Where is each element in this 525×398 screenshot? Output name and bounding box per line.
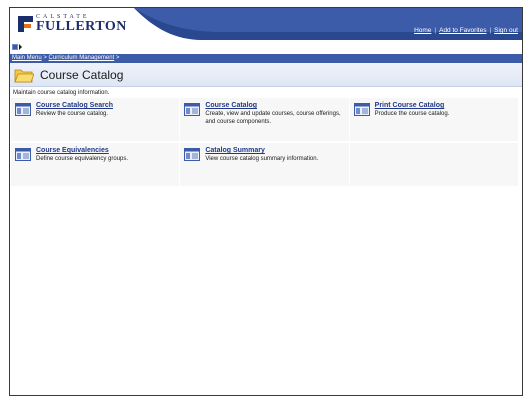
grid-item-print-course-catalog: Print Course Catalog Produce the course … (349, 98, 519, 143)
grid-item-course-catalog-search: Course Catalog Search Review the course … (11, 98, 181, 143)
component-page-icon (184, 103, 201, 116)
grid-row: Course Equivalencies Define course equiv… (11, 143, 519, 188)
breadcrumb-main-menu[interactable]: Main Menu (12, 55, 42, 61)
menu-toggle-icon[interactable] (12, 43, 22, 50)
logo-main-text: FULLERTON (36, 19, 127, 34)
component-page-icon (353, 103, 370, 116)
print-course-catalog-link[interactable]: Print Course Catalog (375, 102, 445, 109)
page-description: Maintain course catalog information. (13, 90, 110, 96)
grid-row: Course Catalog Search Review the course … (11, 98, 519, 143)
breadcrumb-separator: > (43, 55, 47, 61)
page-title: Course Catalog (40, 67, 124, 82)
breadcrumb: Main Menu > Curriculum Management > (10, 54, 522, 63)
item-description: View course catalog summary information. (205, 156, 319, 162)
add-to-favorites-link[interactable]: Add to Favorites (439, 27, 486, 34)
csuf-logo-icon (18, 14, 34, 34)
home-link[interactable]: Home (414, 27, 431, 34)
breadcrumb-separator: > (115, 55, 120, 61)
header-banner: CALSTATE FULLERTON Home | Add to Favorit… (10, 8, 522, 40)
nav-separator: | (489, 27, 492, 34)
header-swoosh (134, 8, 522, 40)
component-grid: Course Catalog Search Review the course … (11, 98, 519, 188)
item-description: Review the course catalog. (36, 111, 109, 117)
university-logo: CALSTATE FULLERTON (18, 11, 127, 37)
folder-icon (14, 69, 34, 82)
course-catalog-search-link[interactable]: Course Catalog Search (36, 102, 113, 109)
grid-item-empty (349, 143, 519, 188)
sign-out-link[interactable]: Sign out (494, 27, 518, 34)
grid-item-catalog-summary: Catalog Summary View course catalog summ… (180, 143, 350, 188)
header-nav: Home | Add to Favorites | Sign out (414, 27, 518, 34)
course-catalog-link[interactable]: Course Catalog (205, 102, 257, 109)
page-title-bar: Course Catalog (10, 63, 522, 87)
catalog-summary-link[interactable]: Catalog Summary (205, 147, 265, 154)
grid-item-course-equivalencies: Course Equivalencies Define course equiv… (11, 143, 181, 188)
grid-item-course-catalog: Course Catalog Create, view and update c… (180, 98, 350, 143)
item-description: Produce the course catalog. (374, 111, 450, 117)
item-description: Create, view and update courses, course … (205, 111, 341, 125)
course-equivalencies-link[interactable]: Course Equivalencies (36, 147, 109, 154)
component-page-icon (15, 103, 31, 116)
component-page-icon (15, 148, 31, 161)
component-page-icon (184, 148, 201, 161)
nav-separator: | (434, 27, 437, 34)
breadcrumb-curriculum-management[interactable]: Curriculum Management (49, 55, 115, 61)
item-description: Define course equivalency groups. (36, 156, 129, 162)
browser-page: CALSTATE FULLERTON Home | Add to Favorit… (9, 7, 523, 396)
